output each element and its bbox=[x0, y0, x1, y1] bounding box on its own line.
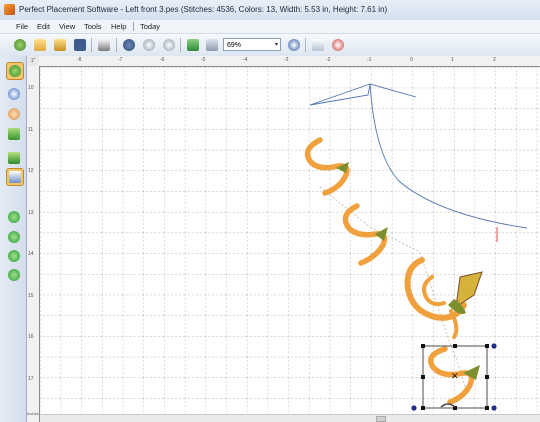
window-title: Perfect Placement Software - Left front … bbox=[19, 5, 388, 14]
vruler-label: 15 bbox=[28, 293, 34, 299]
vruler-label: 10 bbox=[28, 85, 34, 91]
horizontal-scrollbar[interactable] bbox=[40, 414, 540, 422]
resize-handle[interactable] bbox=[453, 344, 457, 348]
ruler-corner: 1" bbox=[27, 56, 39, 66]
vruler-label: 12 bbox=[28, 168, 34, 174]
vruler-label: 14 bbox=[28, 251, 34, 257]
select-tool-icon[interactable] bbox=[6, 62, 24, 80]
hoop-layout-icon[interactable] bbox=[6, 168, 24, 186]
open-recent-icon[interactable] bbox=[52, 37, 68, 53]
new-design-icon[interactable] bbox=[12, 37, 28, 53]
vertical-ruler: 10 11 12 13 14 15 16 17 Inches bbox=[27, 66, 40, 422]
zoom-tool-icon[interactable] bbox=[6, 86, 22, 102]
hruler-label: 1 bbox=[451, 57, 454, 63]
move-down-icon[interactable] bbox=[6, 229, 22, 245]
main-toolbar: 69% ▾ bbox=[0, 34, 540, 57]
import-icon[interactable] bbox=[185, 37, 201, 53]
vruler-label: 16 bbox=[28, 334, 34, 340]
zoom-select[interactable]: 69% ▾ bbox=[223, 38, 281, 51]
hruler-label: 2 bbox=[493, 57, 496, 63]
menu-separator bbox=[133, 22, 134, 31]
paste-icon[interactable] bbox=[161, 37, 177, 53]
copy-icon[interactable] bbox=[141, 37, 157, 53]
vruler-label: 11 bbox=[28, 127, 34, 133]
units-label: Inches bbox=[27, 411, 39, 416]
grid bbox=[40, 67, 540, 419]
resize-handle[interactable] bbox=[485, 375, 489, 379]
hoop-icon[interactable] bbox=[330, 37, 346, 53]
rotate-handle[interactable] bbox=[491, 343, 497, 349]
open-icon[interactable] bbox=[32, 37, 48, 53]
stitch-count-icon[interactable] bbox=[6, 150, 22, 166]
resize-handle[interactable] bbox=[421, 375, 425, 379]
menu-tools[interactable]: Tools bbox=[84, 22, 102, 31]
hruler-label: -8 bbox=[77, 57, 82, 63]
chevron-down-icon: ▾ bbox=[274, 42, 278, 48]
scrollbar-thumb[interactable] bbox=[376, 416, 386, 422]
rotate-right-icon[interactable] bbox=[6, 267, 22, 283]
menu-view[interactable]: View bbox=[59, 22, 75, 31]
toolbar-separator bbox=[116, 38, 117, 52]
menu-bar: File Edit View Tools Help Today bbox=[0, 20, 540, 34]
design-canvas[interactable]: 1" -8 -7 -6 -5 -4 -3 -2 -1 0 1 2 10 11 1… bbox=[27, 56, 540, 422]
app-icon bbox=[4, 4, 15, 15]
menu-file[interactable]: File bbox=[16, 22, 28, 31]
rotate-handle[interactable] bbox=[491, 405, 497, 411]
save-icon[interactable] bbox=[72, 37, 88, 53]
menu-today[interactable]: Today bbox=[140, 22, 160, 31]
move-right-icon[interactable] bbox=[6, 209, 22, 225]
left-toolbar bbox=[0, 56, 27, 422]
clipboard-icon[interactable] bbox=[310, 37, 326, 53]
toolbar-separator bbox=[305, 38, 306, 52]
title-bar: Perfect Placement Software - Left front … bbox=[0, 0, 540, 21]
zoom-options-icon[interactable] bbox=[286, 37, 302, 53]
hruler-label: -7 bbox=[118, 57, 123, 63]
resize-handle[interactable] bbox=[485, 344, 489, 348]
toolbar-separator bbox=[91, 38, 92, 52]
hruler-label: -3 bbox=[284, 57, 289, 63]
print-icon[interactable] bbox=[96, 37, 112, 53]
resize-handle[interactable] bbox=[421, 344, 425, 348]
hruler-label: -4 bbox=[243, 57, 248, 63]
toolbar-separator bbox=[180, 38, 181, 52]
rotate-left-icon[interactable] bbox=[6, 248, 22, 264]
hruler-label: -2 bbox=[326, 57, 331, 63]
design-drawing[interactable]: ✕ bbox=[40, 67, 540, 419]
hruler-label: -1 bbox=[367, 57, 372, 63]
vruler-label: 13 bbox=[28, 210, 34, 216]
ruler-icon[interactable] bbox=[6, 126, 22, 142]
resize-handle[interactable] bbox=[485, 406, 489, 410]
center-mark-icon: ✕ bbox=[451, 371, 459, 381]
resize-handle[interactable] bbox=[421, 406, 425, 410]
menu-help[interactable]: Help bbox=[111, 22, 126, 31]
hruler-label: -6 bbox=[160, 57, 165, 63]
export-icon[interactable] bbox=[204, 37, 220, 53]
hand-pan-icon[interactable] bbox=[6, 106, 22, 122]
menu-edit[interactable]: Edit bbox=[37, 22, 50, 31]
hruler-label: 0 bbox=[410, 57, 413, 63]
hruler-label: -5 bbox=[201, 57, 206, 63]
zoom-value: 69% bbox=[227, 42, 242, 49]
vruler-label: 17 bbox=[28, 376, 34, 382]
rotate-handle[interactable] bbox=[411, 405, 417, 411]
horizontal-ruler: -8 -7 -6 -5 -4 -3 -2 -1 0 1 2 bbox=[39, 56, 540, 67]
cut-icon[interactable] bbox=[121, 37, 137, 53]
